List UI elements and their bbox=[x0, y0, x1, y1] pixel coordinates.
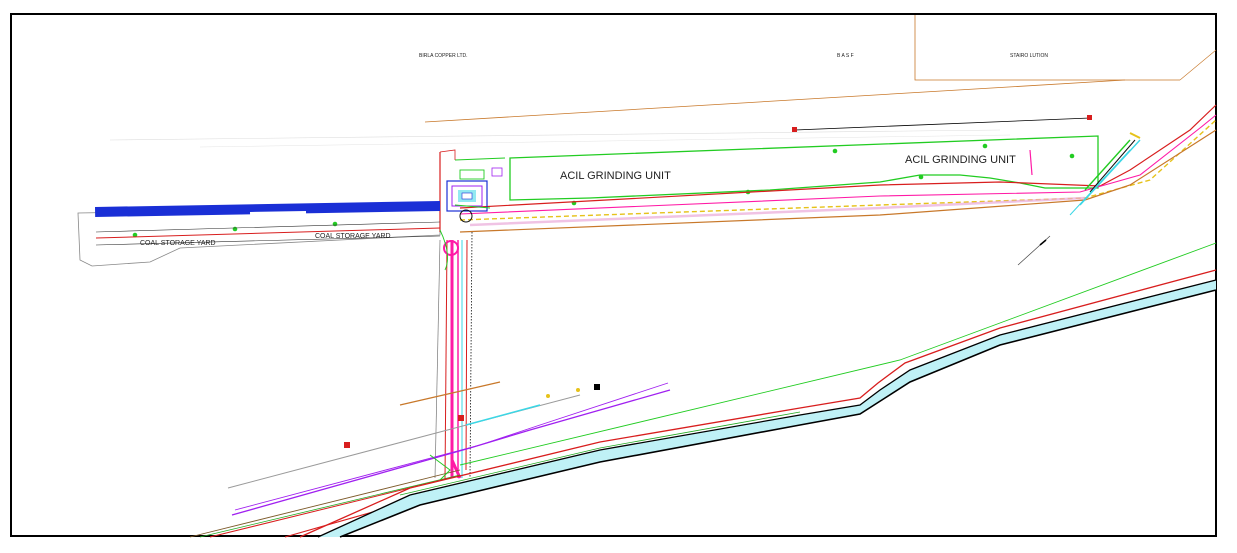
top-boundary-lines bbox=[109, 15, 1217, 148]
label-acil-grinding-unit-left: ACIL GRINDING UNIT bbox=[560, 170, 671, 182]
marker-red bbox=[792, 127, 797, 132]
label-birla-copper: BIRLA COPPER LTD. bbox=[419, 53, 468, 59]
marker-red bbox=[1087, 115, 1092, 120]
label-coal-storage-yard-right: COAL STORAGE YARD bbox=[315, 233, 391, 240]
green-long-line bbox=[459, 242, 1217, 466]
green-link bbox=[454, 157, 506, 161]
main-road-corridor bbox=[459, 104, 1217, 233]
site-plan-drawing: BIRLA COPPER LTD. B A S F STAIRO LUTION … bbox=[77, 15, 1217, 538]
boundary-fence-line bbox=[794, 117, 1091, 131]
label-coal-storage-yard-left: COAL STORAGE YARD bbox=[140, 240, 216, 247]
creek bbox=[299, 269, 1217, 538]
vertical-connector bbox=[434, 229, 473, 481]
label-acil-grinding-unit-right: ACIL GRINDING UNIT bbox=[905, 154, 1016, 166]
acil-grinding-unit-boundary bbox=[509, 135, 1099, 201]
label-basf: B A S F bbox=[837, 53, 854, 59]
label-stairo-lution: STAIRO LUTION bbox=[1010, 53, 1048, 59]
